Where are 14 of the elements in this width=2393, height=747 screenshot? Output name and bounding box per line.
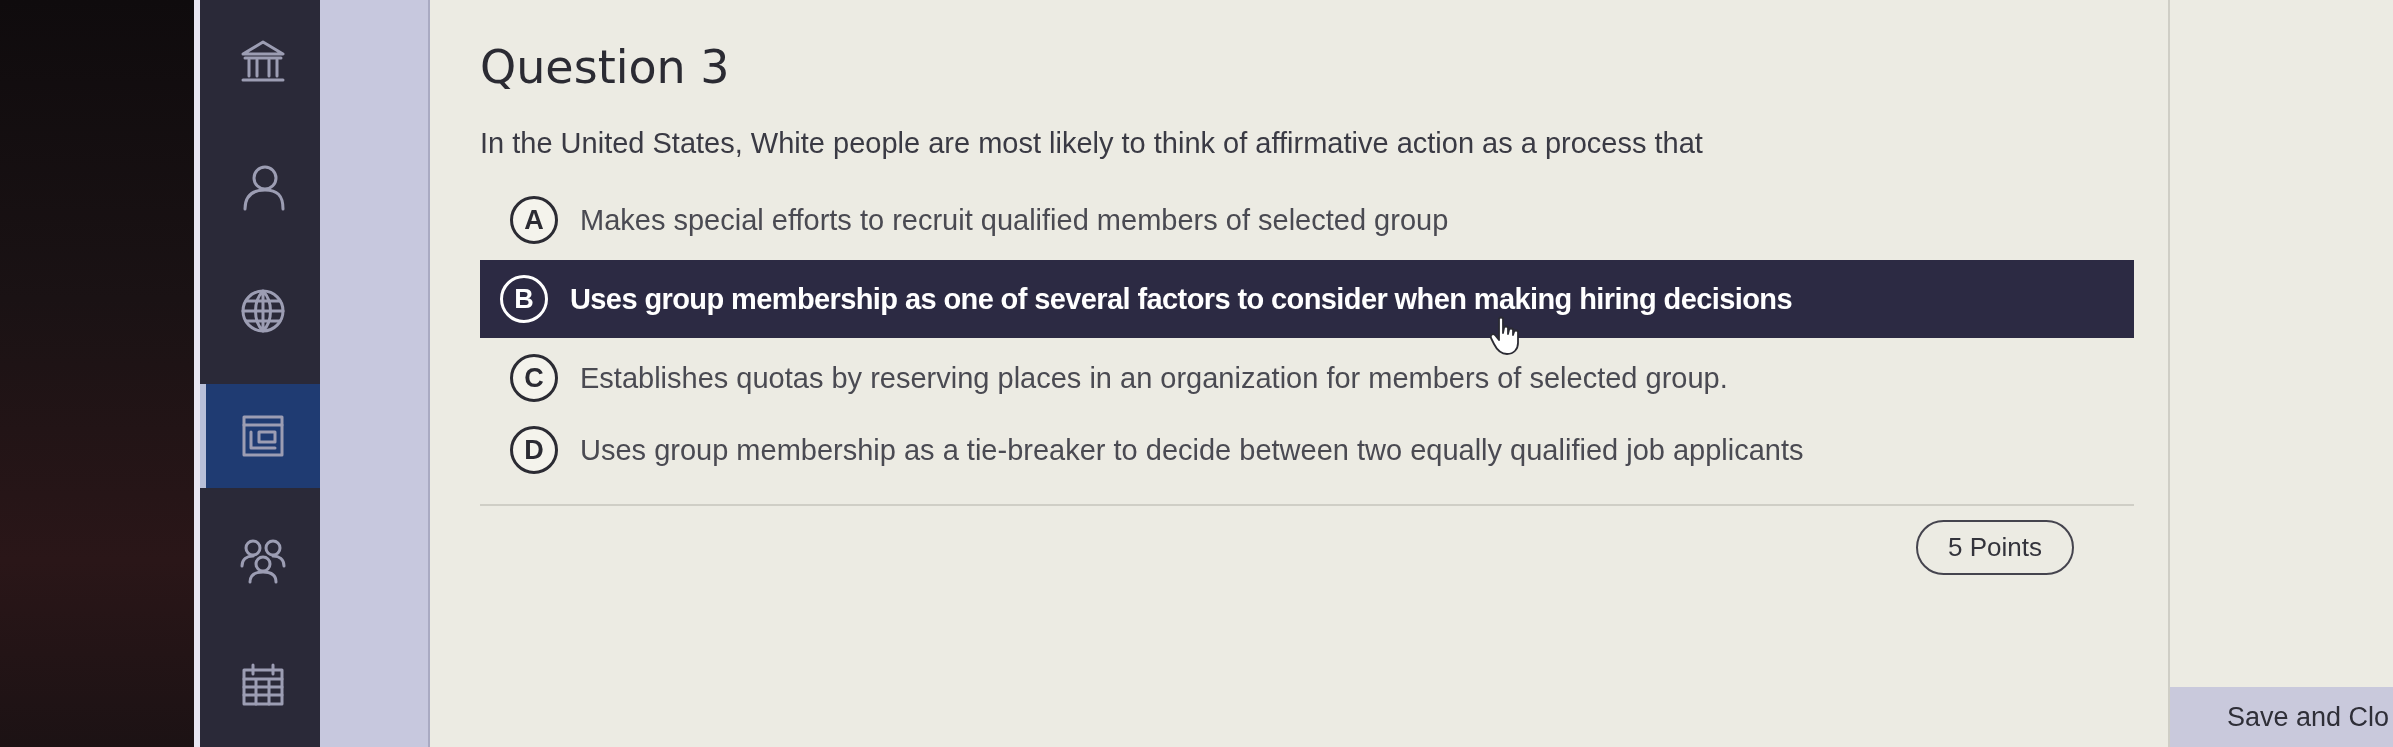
option-letter: D: [510, 426, 558, 474]
sidebar-item[interactable]: [200, 383, 320, 488]
question-title: Question 3: [480, 40, 731, 94]
points-label: 5 Points: [1916, 520, 2074, 575]
hand-cursor-icon: [1490, 316, 1520, 356]
option-letter: B: [500, 275, 548, 323]
option-letter: A: [510, 196, 558, 244]
option-letter: C: [510, 354, 558, 402]
answer-option[interactable]: C Establishes quotas by reserving places in an organization for members of selected group.: [480, 346, 2134, 410]
save-button[interactable]: Save and Clo: [2170, 687, 2393, 747]
answer-option[interactable]: A Makes special efforts to recruit qualified members of selected group: [480, 188, 2134, 252]
answer-option[interactable]: D Uses group membership as a tie-breaker to decide between two equally qualified job applicants: [480, 418, 2134, 482]
question-prompt: In the United States, White people are most likely to think of affirmative action as a process that: [480, 126, 1704, 161]
answer-option[interactable]: B Uses group membership as one of several factors to consider when making hiring decisions: [480, 260, 2134, 338]
